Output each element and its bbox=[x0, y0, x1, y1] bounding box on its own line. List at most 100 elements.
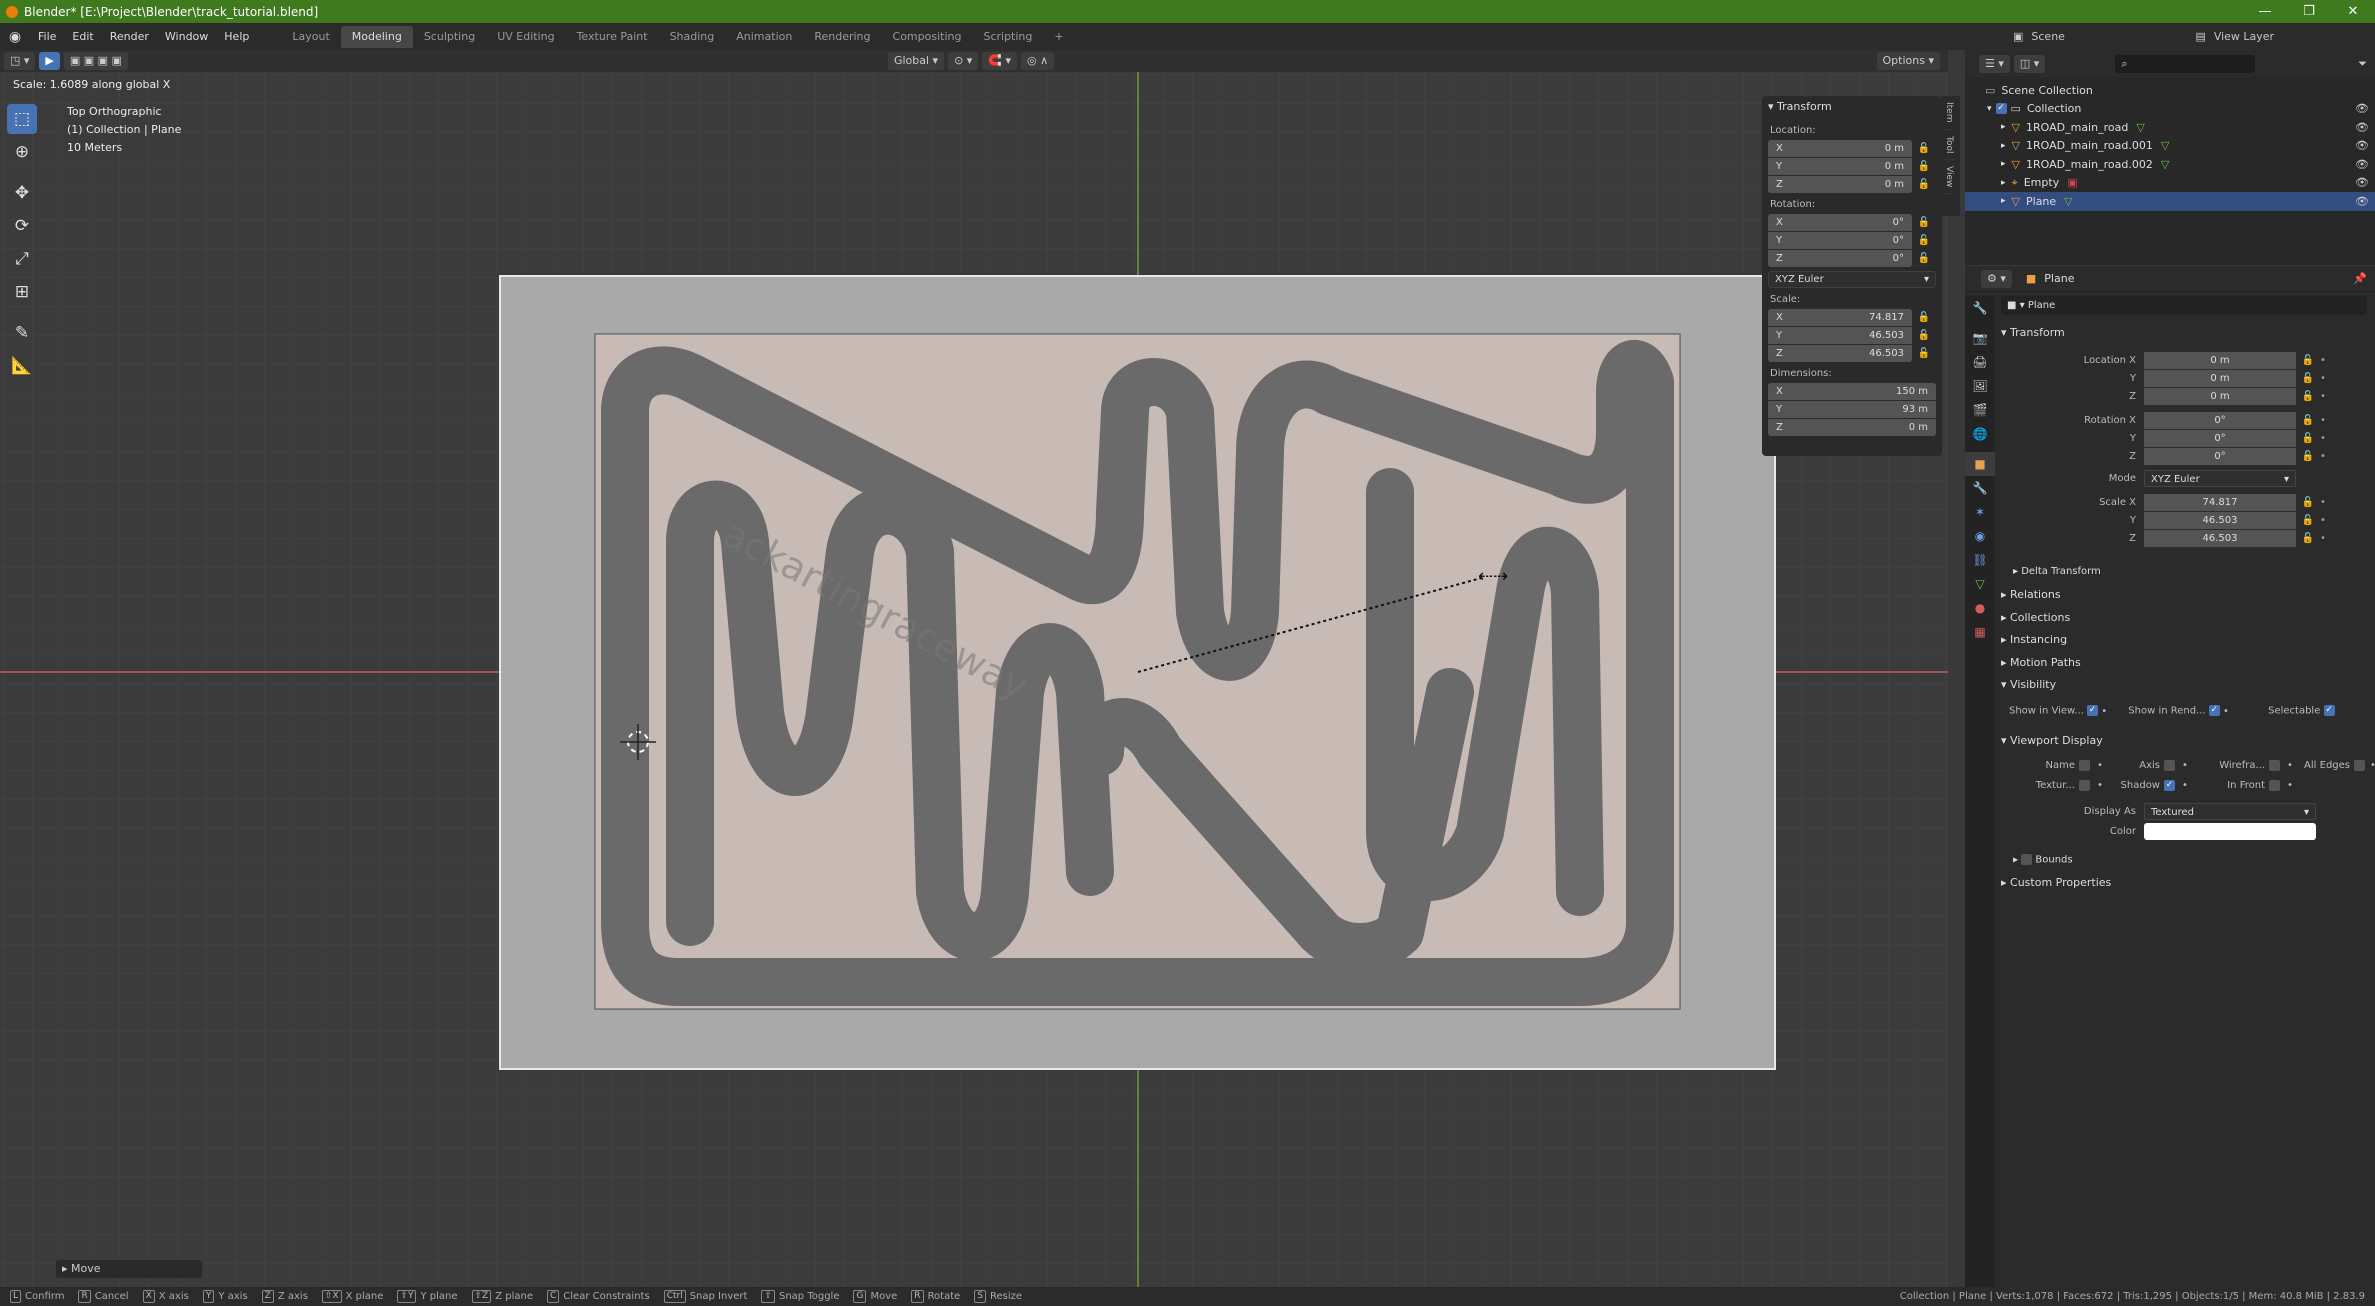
texture-tab-icon[interactable]: ▦ bbox=[1965, 620, 1995, 644]
outliner-display-mode[interactable]: ☰ ▾ bbox=[1979, 54, 2010, 73]
tab-animation[interactable]: Animation bbox=[725, 26, 803, 48]
instancing-section[interactable]: ▸ Instancing bbox=[2001, 633, 2067, 646]
property-field[interactable]: 46.503 bbox=[2144, 512, 2296, 529]
snap-toggle[interactable]: 🧲 ▾ bbox=[982, 52, 1018, 70]
scale-tool-icon[interactable]: ⤢ bbox=[7, 244, 37, 274]
keyframe-dot-icon[interactable]: • bbox=[2320, 497, 2326, 508]
expand-icon[interactable]: ▸ bbox=[2001, 141, 2006, 151]
object-name-field[interactable]: ■ ▾ Plane bbox=[2001, 296, 2367, 315]
eye-icon[interactable]: 👁 bbox=[2355, 176, 2369, 189]
expand-icon[interactable]: ▸ bbox=[2001, 159, 2006, 169]
data-tab-icon[interactable]: ▽ bbox=[1965, 572, 1995, 596]
3d-viewport[interactable]: ackartingraceway ⇠⇢ Scale: 1.6089 along … bbox=[0, 72, 1948, 1287]
collection-checkbox[interactable]: ✓ bbox=[1995, 103, 2007, 115]
expand-icon[interactable]: ▾ bbox=[1987, 104, 1992, 114]
property-field[interactable]: 0° bbox=[2144, 430, 2296, 447]
scale-y-field[interactable]: Y 46.503 bbox=[1768, 327, 1912, 344]
visibility-section[interactable]: ▾ Visibility bbox=[2001, 678, 2056, 691]
lock-icon[interactable]: 🔓 bbox=[2296, 391, 2320, 402]
transform-section[interactable]: ▾ Transform bbox=[2001, 326, 2065, 339]
menu-help[interactable]: Help bbox=[216, 30, 257, 43]
show-in-viewport-checkbox[interactable]: ✓ bbox=[2087, 705, 2098, 716]
menu-window[interactable]: Window bbox=[157, 30, 216, 43]
move-tool-icon[interactable]: ✥ bbox=[7, 178, 37, 208]
tab-view[interactable]: View bbox=[1942, 160, 1956, 195]
rotation-mode-dropdown[interactable]: XYZ Euler ▾ bbox=[2144, 470, 2296, 487]
outliner-item[interactable]: ▸ ▽ 1ROAD_main_road.001 ▽ 👁 bbox=[1965, 137, 2375, 156]
annotate-tool-icon[interactable]: ✎ bbox=[7, 318, 37, 348]
object-tab-icon[interactable]: ■ bbox=[1965, 452, 1995, 476]
close-button[interactable]: ✕ bbox=[2331, 4, 2375, 19]
output-tab-icon[interactable]: 🖨 bbox=[1965, 350, 1995, 374]
vd-axis-checkbox[interactable] bbox=[2164, 760, 2175, 771]
dimensions-z-field[interactable]: Z 0 m bbox=[1768, 419, 1936, 436]
property-field[interactable]: 0 m bbox=[2144, 388, 2296, 405]
vd-shadow-checkbox[interactable]: ✓ bbox=[2164, 780, 2175, 791]
vd-all-edges-checkbox[interactable] bbox=[2354, 760, 2365, 771]
rotate-tool-icon[interactable]: ⟳ bbox=[7, 211, 37, 241]
menu-edit[interactable]: Edit bbox=[64, 30, 101, 43]
options-dropdown[interactable]: Options ▾ bbox=[1876, 52, 1940, 70]
eye-icon[interactable]: 👁 bbox=[2355, 158, 2369, 171]
lock-icon[interactable]: 🔓 bbox=[1912, 312, 1936, 323]
lock-icon[interactable]: 🔓 bbox=[1912, 348, 1936, 359]
rotation-z-field[interactable]: Z 0° bbox=[1768, 250, 1912, 267]
selectable-checkbox[interactable]: ✓ bbox=[2323, 705, 2335, 716]
expand-icon[interactable]: ▸ bbox=[2001, 178, 2006, 188]
tab-texture-paint[interactable]: Texture Paint bbox=[566, 26, 659, 48]
tab-layout[interactable]: Layout bbox=[281, 26, 340, 48]
rotation-x-field[interactable]: X 0° bbox=[1768, 214, 1912, 231]
vd-name-checkbox[interactable] bbox=[2079, 760, 2090, 771]
editor-type-button[interactable]: ◳ ▾ bbox=[4, 52, 36, 70]
vd-in-front-checkbox[interactable] bbox=[2269, 780, 2280, 791]
keyframe-dot-icon[interactable]: • bbox=[2320, 533, 2326, 544]
property-field[interactable]: 74.817 bbox=[2144, 494, 2296, 511]
filter-icon[interactable]: ⏷ bbox=[2358, 57, 2367, 71]
outliner-item[interactable]: ▸ ⌖ Empty ▣ 👁 bbox=[1965, 174, 2375, 193]
transform-orientation-dropdown[interactable]: Global ▾ bbox=[887, 52, 945, 70]
lock-icon[interactable]: 🔓 bbox=[2296, 515, 2320, 526]
expand-icon[interactable]: ▸ bbox=[2001, 196, 2006, 206]
lock-icon[interactable]: 🔓 bbox=[1912, 143, 1936, 154]
menu-file[interactable]: File bbox=[30, 30, 64, 43]
vd-wireframe-checkbox[interactable] bbox=[2269, 760, 2280, 771]
motion-paths-section[interactable]: ▸ Motion Paths bbox=[2001, 656, 2081, 669]
dimensions-y-field[interactable]: Y 93 m bbox=[1768, 401, 1936, 418]
keyframe-dot-icon[interactable]: • bbox=[2320, 355, 2326, 366]
property-field[interactable]: 46.503 bbox=[2144, 530, 2296, 547]
outliner-collection[interactable]: ▾ ✓ ▭ Collection 👁 bbox=[1965, 100, 2375, 119]
transform-tool-icon[interactable]: ⊞ bbox=[7, 277, 37, 307]
keyframe-dot-icon[interactable]: • bbox=[2320, 373, 2326, 384]
viewport-display-section[interactable]: ▾ Viewport Display bbox=[2001, 734, 2103, 747]
physics-tab-icon[interactable]: ◉ bbox=[1965, 524, 1995, 548]
keyframe-dot-icon[interactable]: • bbox=[2320, 391, 2326, 402]
rotation-y-field[interactable]: Y 0° bbox=[1768, 232, 1912, 249]
keyframe-dot-icon[interactable]: • bbox=[2320, 433, 2326, 444]
lock-icon[interactable]: 🔓 bbox=[1912, 330, 1936, 341]
view-layer-tab-icon[interactable]: 🖼 bbox=[1965, 374, 1995, 398]
tab-modeling[interactable]: Modeling bbox=[340, 25, 413, 48]
expand-icon[interactable]: ▸ bbox=[2001, 122, 2006, 132]
npanel-transform-header[interactable]: ▾ Transform bbox=[1768, 100, 1936, 113]
maximize-button[interactable]: ❐ bbox=[2287, 4, 2331, 19]
selection-mode-buttons[interactable]: ▣ ▣ ▣ ▣ bbox=[63, 52, 128, 70]
dimensions-x-field[interactable]: X 150 m bbox=[1768, 383, 1936, 400]
property-field[interactable]: 0 m bbox=[2144, 370, 2296, 387]
location-y-field[interactable]: Y 0 m bbox=[1768, 158, 1912, 175]
keyframe-dot-icon[interactable]: • bbox=[2320, 415, 2326, 426]
property-field[interactable]: 0 m bbox=[2144, 352, 2296, 369]
vd-texture-checkbox[interactable] bbox=[2079, 780, 2090, 791]
material-tab-icon[interactable]: ● bbox=[1965, 596, 1995, 620]
render-tab-icon[interactable]: 📷 bbox=[1965, 326, 1995, 350]
location-x-field[interactable]: X 0 m bbox=[1768, 140, 1912, 157]
outliner-item[interactable]: ▸ ▽ 1ROAD_main_road ▽ 👁 bbox=[1965, 118, 2375, 137]
add-workspace-button[interactable]: + bbox=[1043, 26, 1074, 48]
scene-tab-icon[interactable]: 🎬 bbox=[1965, 398, 1995, 422]
proportional-edit-toggle[interactable]: ◎ ∧ bbox=[1021, 52, 1055, 70]
lock-icon[interactable]: 🔓 bbox=[1912, 179, 1936, 190]
blender-menu-icon[interactable]: ◉ bbox=[4, 26, 26, 48]
custom-properties-section[interactable]: ▸ Custom Properties bbox=[2001, 876, 2111, 889]
bounds-section[interactable]: ▸ Bounds bbox=[2013, 854, 2073, 866]
scale-z-field[interactable]: Z 46.503 bbox=[1768, 345, 1912, 362]
tab-item[interactable]: Item bbox=[1942, 96, 1956, 130]
